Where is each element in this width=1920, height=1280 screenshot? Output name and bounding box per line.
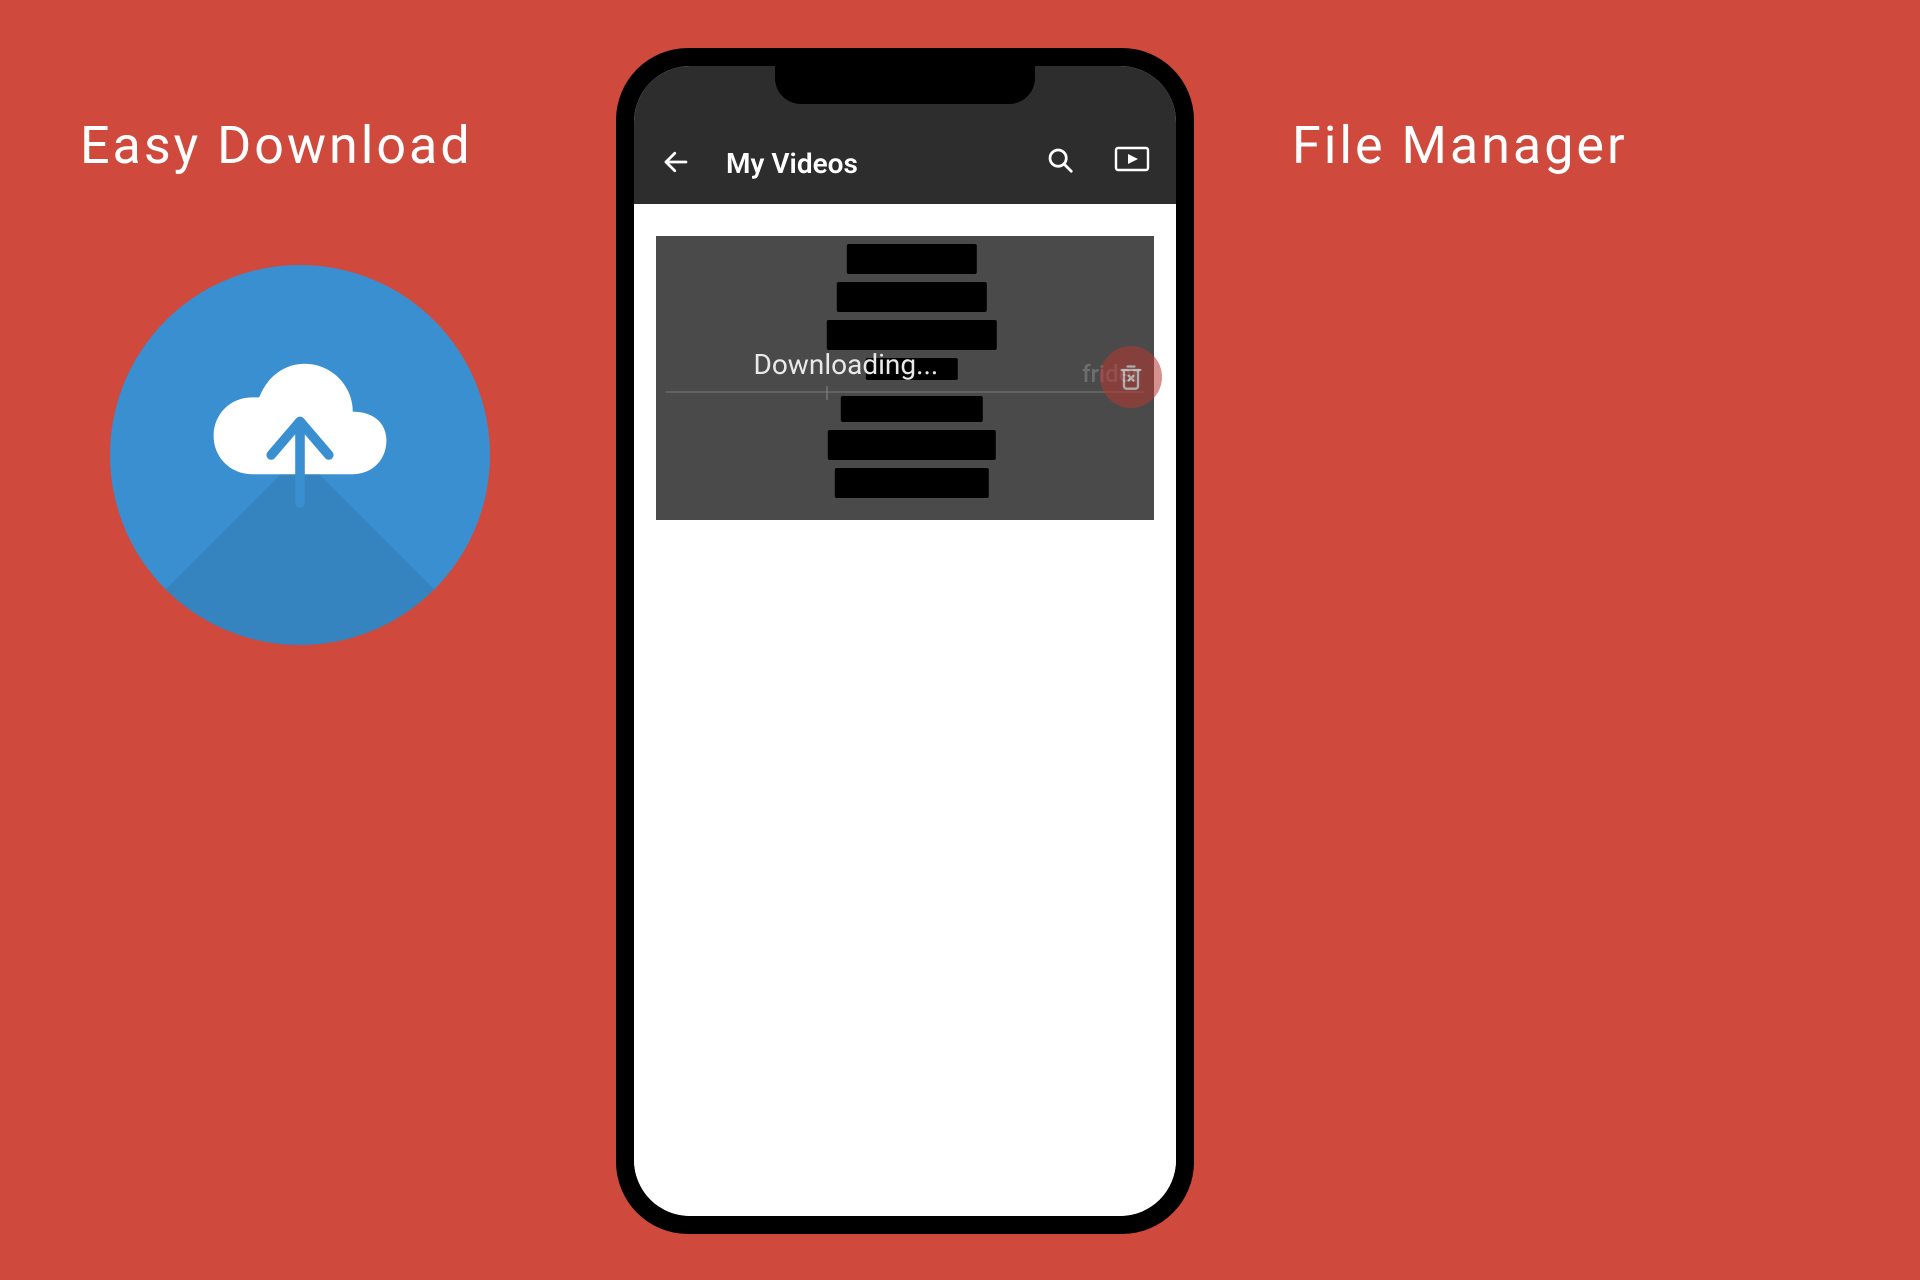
redact-bar xyxy=(841,396,983,422)
search-button[interactable] xyxy=(1040,140,1080,180)
trash-x-icon xyxy=(1117,363,1145,391)
caption-left: Easy Download xyxy=(80,115,473,176)
redact-bar xyxy=(827,320,997,350)
phone-screen: My Videos frider xyxy=(634,66,1176,1216)
cloud-upload-badge xyxy=(110,265,490,645)
phone-notch xyxy=(775,66,1035,104)
redact-bar xyxy=(835,468,989,498)
delete-button[interactable] xyxy=(1100,346,1162,408)
cast-button[interactable] xyxy=(1112,140,1152,180)
content-area: frider Downloading... xyxy=(634,204,1176,1216)
progress-indicator xyxy=(826,386,828,400)
back-button[interactable] xyxy=(658,144,694,180)
download-status-label: Downloading... xyxy=(753,348,938,381)
cloud-up-arrow-icon xyxy=(180,316,420,556)
redact-bar xyxy=(837,282,987,312)
arrow-left-icon xyxy=(661,147,691,177)
redact-bar xyxy=(828,430,996,460)
cast-play-icon xyxy=(1114,145,1150,175)
caption-right: File Manager xyxy=(1292,115,1628,176)
progress-track xyxy=(666,391,1144,393)
search-icon xyxy=(1045,145,1075,175)
phone-frame: My Videos frider xyxy=(616,48,1194,1234)
redact-bar xyxy=(847,244,977,274)
page-title: My Videos xyxy=(714,147,1020,180)
video-download-card[interactable]: frider Downloading... xyxy=(656,236,1154,520)
